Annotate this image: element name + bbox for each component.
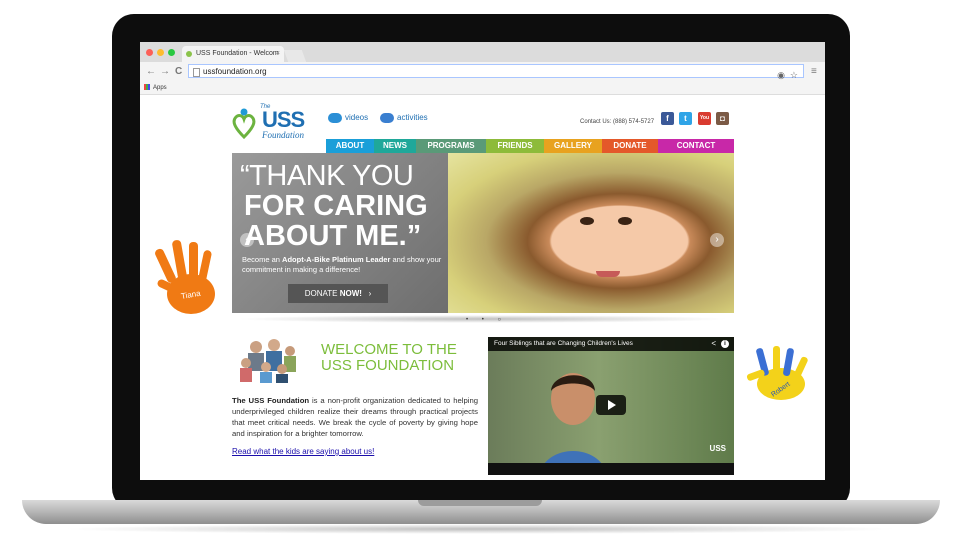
heart-logo-icon	[232, 108, 256, 139]
address-bar[interactable]: ussfoundation.org ◉ ☆	[188, 64, 804, 80]
bookmark-star-icon[interactable]: ☆	[790, 68, 798, 82]
forward-button[interactable]: →	[160, 66, 170, 77]
video-footer-bar	[488, 463, 734, 475]
hero-sub-pre: Become an	[242, 255, 283, 264]
welcome-heading-1: WELCOME TO THE	[321, 341, 457, 358]
address-bar-url: ussfoundation.org	[203, 67, 267, 76]
favicon-icon	[186, 51, 192, 57]
play-button[interactable]	[596, 395, 626, 415]
extension-icon[interactable]: ◉	[777, 68, 785, 82]
stage: USS Foundation - Welcom × ← → C ussfound…	[0, 0, 960, 540]
welcome-heading-2: USS FOUNDATION	[321, 357, 455, 374]
minimize-window-button[interactable]	[157, 49, 164, 56]
eye-right	[618, 217, 632, 225]
facebook-icon[interactable]: f	[661, 112, 674, 125]
share-icon[interactable]: <	[711, 337, 716, 351]
video-watermark: USS	[709, 444, 726, 453]
hero-line-2: FOR CARING	[244, 190, 428, 222]
nav-news[interactable]: NEWS	[374, 139, 416, 153]
video-title-bar: Four Siblings that are Changing Children…	[488, 337, 734, 351]
hero-line-1: “THANK YOU	[240, 160, 414, 192]
web-page: The USS Foundation videos activities Con…	[140, 95, 825, 480]
read-kids-link[interactable]: Read what the kids are saying about us!	[232, 447, 374, 456]
hero-text-panel: “THANK YOU FOR CARING ABOUT ME.” Become …	[232, 153, 448, 313]
nav-gallery[interactable]: GALLERY	[544, 139, 602, 153]
laptop-notch	[418, 500, 542, 506]
orange-handprint: Tiana	[155, 240, 215, 314]
videos-link[interactable]: videos	[328, 113, 368, 123]
apps-bookmark[interactable]: Apps	[144, 83, 167, 93]
chrome-menu-icon[interactable]: ≡	[811, 66, 817, 77]
videos-label: videos	[345, 113, 369, 123]
slider-prev-arrow[interactable]: ‹	[240, 233, 254, 247]
mouth	[596, 271, 620, 277]
nav-programs[interactable]: PROGRAMS	[416, 139, 486, 153]
nav-donate[interactable]: DONATE	[602, 139, 658, 153]
activities-link[interactable]: activities	[380, 113, 428, 123]
browser-toolbar: ← → C ussfoundation.org ◉ ☆ ≡	[140, 62, 825, 83]
browser-tab[interactable]: USS Foundation - Welcom ×	[182, 46, 284, 62]
video-player[interactable]: Four Siblings that are Changing Children…	[488, 337, 734, 475]
donate-now-button[interactable]: DONATE NOW! ›	[288, 284, 388, 303]
contact-phone: Contact Us: (888) 574-5727	[580, 119, 655, 125]
logo-foundation: Foundation	[262, 130, 304, 140]
twitter-icon[interactable]: t	[679, 112, 692, 125]
hero-slider: “THANK YOU FOR CARING ABOUT ME.” Become …	[232, 153, 734, 313]
hero-photo-girl	[448, 153, 734, 313]
video-camera-icon	[328, 113, 342, 123]
instagram-icon[interactable]: ◘	[716, 112, 729, 125]
new-tab-button[interactable]	[283, 50, 307, 62]
yellow-handprint: Robert	[746, 346, 808, 400]
donate-label: DONATE	[304, 289, 340, 298]
desc-bold: The USS Foundation	[232, 396, 310, 405]
apps-grid-icon	[144, 84, 150, 91]
hero-subtitle: Become an Adopt-A-Bike Platinum Leader a…	[242, 255, 448, 275]
page-icon	[193, 68, 200, 77]
tab-title: USS Foundation - Welcom	[196, 50, 279, 57]
donate-label-bold: NOW!	[339, 289, 362, 298]
apps-label: Apps	[153, 85, 167, 91]
back-button[interactable]: ←	[146, 66, 156, 77]
slider-dots[interactable]: • • ○	[466, 317, 507, 323]
uss-logo[interactable]: The USS Foundation	[232, 103, 322, 147]
info-icon[interactable]: i	[721, 340, 729, 348]
slider-next-arrow[interactable]: ›	[710, 233, 724, 247]
hero-sub-bold: Adopt-A-Bike Platinum Leader	[282, 255, 391, 264]
nav-friends[interactable]: FRIENDS	[486, 139, 544, 153]
laptop-shadow	[60, 524, 900, 534]
youtube-icon[interactable]: You	[698, 112, 711, 125]
nav-about[interactable]: ABOUT	[326, 139, 374, 153]
browser-tab-bar: USS Foundation - Welcom ×	[140, 42, 825, 62]
close-window-button[interactable]	[146, 49, 153, 56]
nav-contact[interactable]: CONTACT	[658, 139, 734, 153]
eye-left	[580, 217, 594, 225]
about-description: The USS Foundation is a non-profit organ…	[232, 395, 478, 439]
laptop-screen: USS Foundation - Welcom × ← → C ussfound…	[140, 42, 825, 480]
video-title: Four Siblings that are Changing Children…	[494, 340, 633, 347]
family-photo	[240, 339, 296, 383]
reload-button[interactable]: C	[175, 66, 182, 77]
activities-label: activities	[397, 113, 428, 123]
main-nav: ABOUT NEWS PROGRAMS FRIENDS GALLERY DONA…	[326, 139, 734, 153]
hero-line-3: ABOUT ME.”	[244, 220, 422, 252]
close-tab-icon[interactable]: ×	[276, 46, 280, 62]
bookmarks-bar: Apps	[140, 82, 825, 95]
video-thumbnail-boy	[539, 373, 607, 475]
chevron-right-icon: ›	[368, 289, 372, 298]
zoom-window-button[interactable]	[168, 49, 175, 56]
cloud-icon	[380, 113, 394, 123]
